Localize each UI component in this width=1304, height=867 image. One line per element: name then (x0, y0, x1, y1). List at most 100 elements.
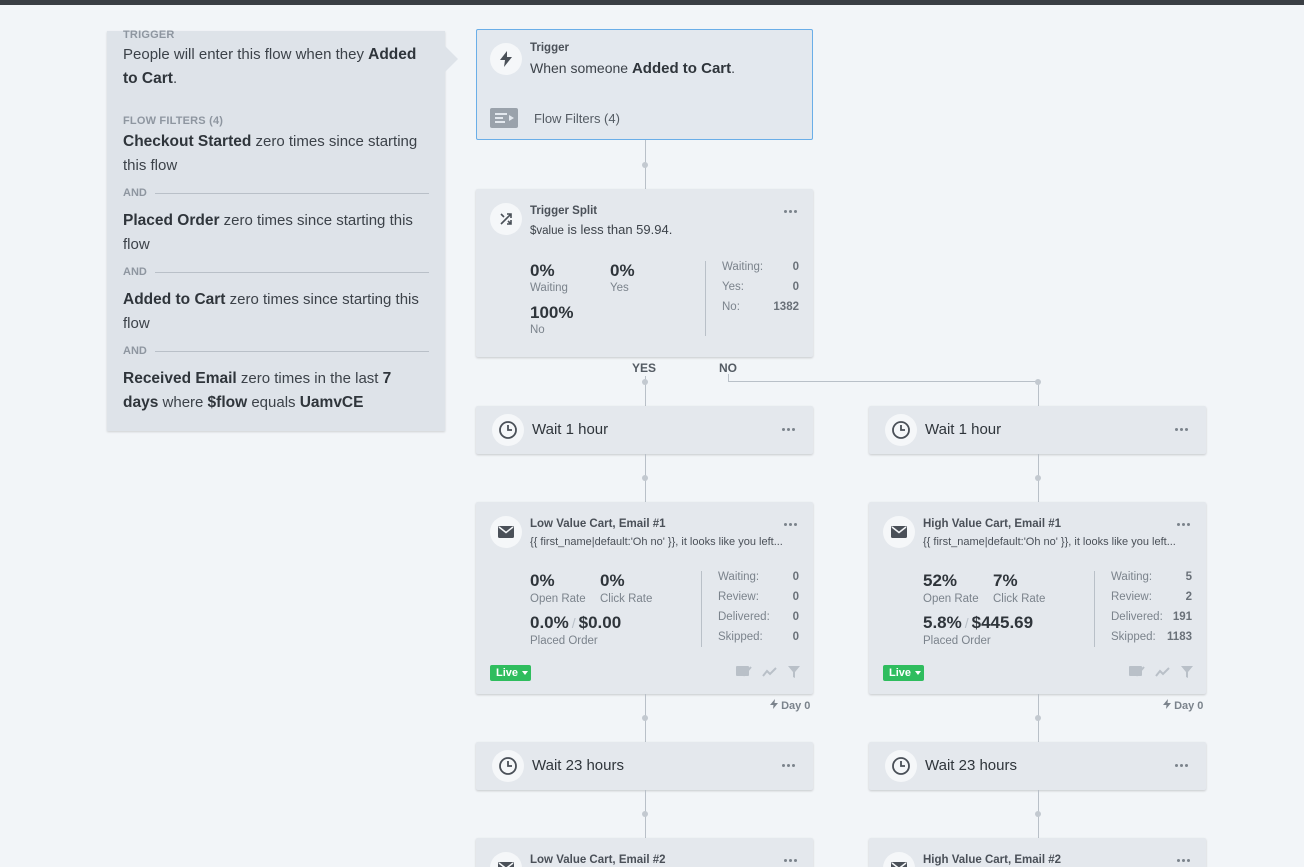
split-count-key: Yes: (722, 281, 744, 293)
split-count-key: Waiting: (722, 261, 764, 273)
split-condition-text: is less than 59.94. (567, 222, 673, 237)
summary-filters-heading: FLOW FILTERS (4) (123, 115, 224, 127)
split-condition-var: $value (530, 225, 564, 237)
summary-filter-1: Checkout Started zero times since starti… (123, 130, 428, 178)
click-rate-value: 0% (600, 571, 625, 590)
email-node-title: Low Value Cart, Email #1 (530, 518, 666, 530)
email-node[interactable]: Low Value Cart, Email #1 {{ first_name|d… (476, 502, 813, 694)
conversion-revenue: $0.00 (578, 613, 622, 632)
email-count-value: 5 (1185, 571, 1192, 583)
connector-dot (1035, 475, 1041, 481)
conversion-rate: 5.8% (923, 613, 962, 632)
email-count-value: 0 (792, 591, 799, 603)
wait-node-label: Wait 23 hours (532, 757, 624, 774)
wait-node[interactable]: Wait 1 hour (869, 406, 1206, 454)
envelope-icon (490, 852, 522, 867)
smart-sending-icon[interactable] (736, 664, 752, 683)
conversion-label: Placed Order (923, 635, 991, 647)
filter-metric: Placed Order (123, 212, 220, 229)
email-day-indicator: Day 0 (1163, 699, 1203, 712)
clock-icon (492, 414, 524, 446)
split-menu-button[interactable] (784, 210, 797, 213)
email-menu-button[interactable] (784, 859, 797, 862)
open-rate-label: Open Rate (530, 593, 586, 605)
wait-menu-button[interactable] (1175, 764, 1188, 767)
wait-node-label: Wait 1 hour (925, 421, 1002, 438)
wait-node[interactable]: Wait 23 hours (476, 742, 813, 790)
trigger-node[interactable]: Trigger When someone Added to Cart. Flow… (476, 29, 813, 140)
flow-filters-link[interactable]: Flow Filters (4) (534, 111, 620, 126)
connector-dot (1035, 715, 1041, 721)
split-icon (490, 203, 522, 235)
email-menu-button[interactable] (784, 523, 797, 526)
email-node-title: High Value Cart, Email #1 (923, 518, 1062, 530)
status-live-dropdown[interactable]: Live (883, 665, 924, 681)
filter-where: where (162, 394, 204, 411)
click-rate-value: 7% (993, 571, 1018, 590)
and-label: AND (123, 266, 147, 278)
clock-icon (885, 414, 917, 446)
summary-pointer (445, 46, 458, 72)
filter-property: $flow (207, 394, 248, 411)
status-label: Live (889, 667, 912, 679)
and-label: AND (123, 187, 147, 199)
email-actions (1129, 664, 1193, 683)
utm-tracking-icon[interactable] (1155, 665, 1171, 683)
wait-node[interactable]: Wait 1 hour (476, 406, 813, 454)
trigger-summary-panel: TRIGGER People will enter this flow when… (107, 29, 445, 431)
email-actions (736, 664, 800, 683)
wait-menu-button[interactable] (1175, 428, 1188, 431)
email-count-key: Review: (718, 591, 759, 603)
day-label: Day 0 (1174, 700, 1204, 712)
status-live-dropdown[interactable]: Live (490, 665, 531, 681)
summary-filter-4: Received Email zero times in the last 7 … (123, 367, 428, 415)
wait-node-label: Wait 1 hour (532, 421, 609, 438)
wait-menu-button[interactable] (782, 764, 795, 767)
email-count-key: Waiting: (1111, 571, 1153, 583)
connector-dot (642, 811, 648, 817)
connector-dot (1035, 379, 1041, 385)
trigger-node-event: Added to Cart (631, 60, 732, 77)
connector-dot (642, 715, 648, 721)
split-waiting-label: Waiting (530, 282, 568, 294)
connector-dot (642, 162, 648, 168)
open-rate-value: 0% (530, 571, 555, 590)
email-node[interactable]: Low Value Cart, Email #2 (476, 838, 813, 867)
split-count-value: 0 (792, 281, 799, 293)
conversion-rate: 0.0% (530, 613, 569, 632)
filter-icon[interactable] (1181, 665, 1193, 683)
smart-sending-icon[interactable] (1129, 664, 1145, 683)
connector-dot (642, 379, 648, 385)
email-count-key: Waiting: (718, 571, 760, 583)
email-preview-snippet: {{ first_name|default:'Oh no' }}, it loo… (530, 536, 783, 548)
email-count-value: 0 (792, 611, 799, 623)
filter-metric: Checkout Started (123, 133, 252, 150)
email-node-title: High Value Cart, Email #2 (923, 854, 1062, 866)
email-menu-button[interactable] (1177, 523, 1190, 526)
open-rate-value: 52% (923, 571, 958, 590)
utm-tracking-icon[interactable] (762, 665, 778, 683)
filter-icon[interactable] (788, 665, 800, 683)
split-no-label: No (530, 324, 545, 336)
and-divider: AND (123, 266, 429, 278)
click-rate-label: Click Rate (600, 593, 653, 605)
no-connector (728, 381, 1039, 382)
trigger-split-node[interactable]: Trigger Split $value is less than 59.94.… (476, 189, 813, 357)
conversion-revenue: $445.69 (971, 613, 1034, 632)
email-node[interactable]: High Value Cart, Email #2 (869, 838, 1206, 867)
email-count-value: 191 (1172, 611, 1192, 623)
envelope-icon (883, 516, 915, 548)
summary-trigger-heading: TRIGGER (123, 29, 175, 41)
lightning-icon (770, 699, 778, 709)
email-menu-button[interactable] (1177, 859, 1190, 862)
split-count-key: No: (722, 301, 740, 313)
filter-condition: zero times in the last (240, 370, 379, 387)
stats-divider (705, 261, 706, 336)
email-count-value: 0 (792, 631, 799, 643)
wait-menu-button[interactable] (782, 428, 795, 431)
summary-trigger-prefix: People will enter this flow when they (123, 46, 364, 63)
email-node[interactable]: High Value Cart, Email #1 {{ first_name|… (869, 502, 1206, 694)
email-count-key: Skipped: (718, 631, 763, 643)
email-count-key: Skipped: (1111, 631, 1156, 643)
wait-node[interactable]: Wait 23 hours (869, 742, 1206, 790)
